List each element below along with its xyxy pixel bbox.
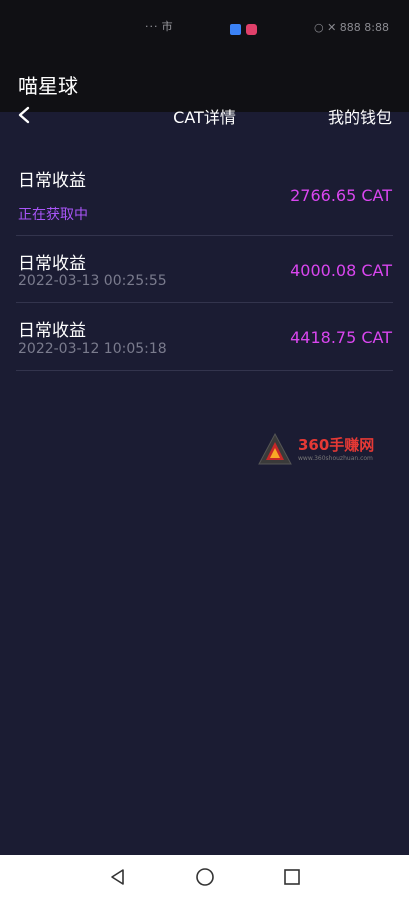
watermark-logo-icon bbox=[258, 432, 292, 465]
my-wallet-link[interactable]: 我的钱包 bbox=[328, 104, 392, 128]
app-notification-icon bbox=[230, 24, 241, 35]
system-back-icon[interactable] bbox=[108, 867, 128, 887]
status-bar: ··· 市 ○ ✕ 888 8:88 bbox=[0, 0, 409, 58]
record-timestamp: 2022-03-12 10:05:18 bbox=[18, 341, 167, 357]
record-label: 日常收益 bbox=[18, 171, 86, 191]
app-title: 喵星球 bbox=[18, 74, 78, 98]
watermark-text: 360手赚网 bbox=[298, 436, 375, 454]
record-label: 日常收益 bbox=[18, 254, 86, 274]
record-row: 日常收益 2022-03-12 10:05:18 4418.75 CAT bbox=[16, 302, 393, 371]
system-home-icon[interactable] bbox=[195, 867, 215, 887]
record-label: 日常收益 bbox=[18, 321, 86, 341]
watermark-url: www.360shouzhuan.com bbox=[298, 455, 373, 462]
record-timestamp: 2022-03-13 00:25:55 bbox=[18, 273, 167, 289]
status-bar-carrier: ··· 市 bbox=[145, 20, 174, 33]
back-arrow-icon[interactable] bbox=[14, 104, 36, 126]
nav-bar: CAT详情 我的钱包 bbox=[0, 100, 409, 132]
app-notification-icon-2 bbox=[246, 24, 257, 35]
system-recents-icon[interactable] bbox=[282, 867, 302, 887]
watermark: 360手赚网 www.360shouzhuan.com bbox=[258, 431, 388, 469]
record-amount: 4418.75 CAT bbox=[290, 328, 392, 347]
record-amount: 4000.08 CAT bbox=[290, 261, 392, 280]
system-navigation-bar bbox=[0, 855, 409, 899]
record-row: 日常收益 2022-03-13 00:25:55 4000.08 CAT bbox=[16, 235, 393, 303]
record-status: 正在获取中 bbox=[18, 207, 88, 223]
status-bar-right: ○ ✕ 888 8:88 bbox=[313, 21, 389, 34]
record-amount: 2766.65 CAT bbox=[290, 186, 392, 205]
record-row: 日常收益 正在获取中 2766.65 CAT bbox=[16, 158, 393, 236]
